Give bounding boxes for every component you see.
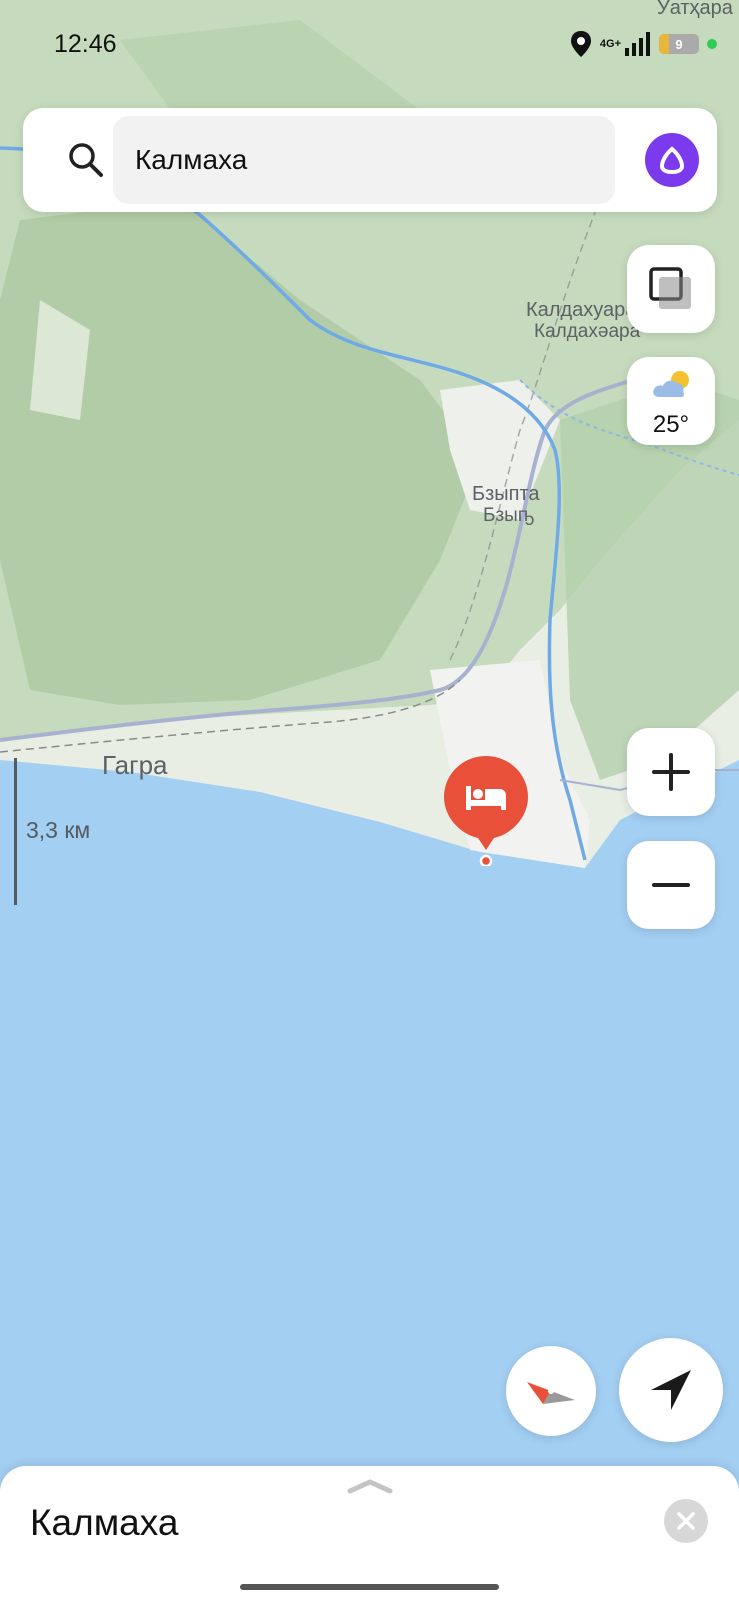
map-label-bzypta-abkhaz: Бзыҧ — [483, 505, 535, 526]
close-button[interactable] — [664, 1499, 708, 1543]
compass-button[interactable] — [506, 1346, 596, 1436]
privacy-dot — [707, 39, 717, 49]
search-query: Калмаха — [135, 144, 248, 175]
search-icon[interactable] — [67, 141, 105, 179]
partly-cloudy-icon — [653, 371, 689, 397]
weather-temperature: 25° — [652, 411, 690, 438]
alice-assistant-icon[interactable] — [645, 133, 699, 187]
map-label-kaldahuara-abkhaz: Калдахәара — [534, 321, 641, 342]
weather-widget[interactable]: 25° — [627, 357, 715, 445]
bottom-sheet[interactable]: Калмаха — [0, 1466, 739, 1600]
battery-level: 9 — [675, 36, 683, 52]
place-title: Калмаха — [30, 1502, 179, 1543]
close-icon — [677, 1512, 695, 1530]
layers-button[interactable] — [627, 245, 715, 333]
home-indicator[interactable] — [240, 1584, 499, 1590]
search-input[interactable]: Калмаха — [113, 116, 615, 204]
status-icons: 4G+ 9 — [570, 30, 717, 58]
hotel-marker[interactable] — [442, 754, 530, 866]
map-label-uathara: Уатҳара — [657, 0, 733, 19]
locate-button[interactable] — [619, 1338, 723, 1442]
compass-icon — [527, 1382, 575, 1404]
battery-icon: 9 — [659, 34, 699, 54]
search-bar[interactable]: Калмаха — [23, 108, 717, 212]
scale-label: 3,3 км — [26, 817, 91, 843]
zoom-out-button[interactable] — [627, 841, 715, 929]
network-type: 4G+ — [599, 37, 621, 50]
status-time: 12:46 — [54, 30, 117, 58]
map-label-kaldahuara: Калдахуара — [526, 299, 637, 321]
plus-icon — [652, 753, 690, 791]
signal-icon — [625, 32, 650, 56]
scale-bar — [14, 758, 17, 905]
minus-icon — [652, 883, 690, 887]
navigation-arrow-icon — [651, 1370, 691, 1410]
map-label-bzypta: Бзыпта — [472, 483, 540, 505]
layers-icon — [649, 267, 691, 309]
chevron-up-icon[interactable] — [347, 1478, 393, 1494]
zoom-in-button[interactable] — [627, 728, 715, 816]
map-label-gagra: Гагра — [102, 750, 168, 780]
location-icon — [570, 31, 591, 57]
